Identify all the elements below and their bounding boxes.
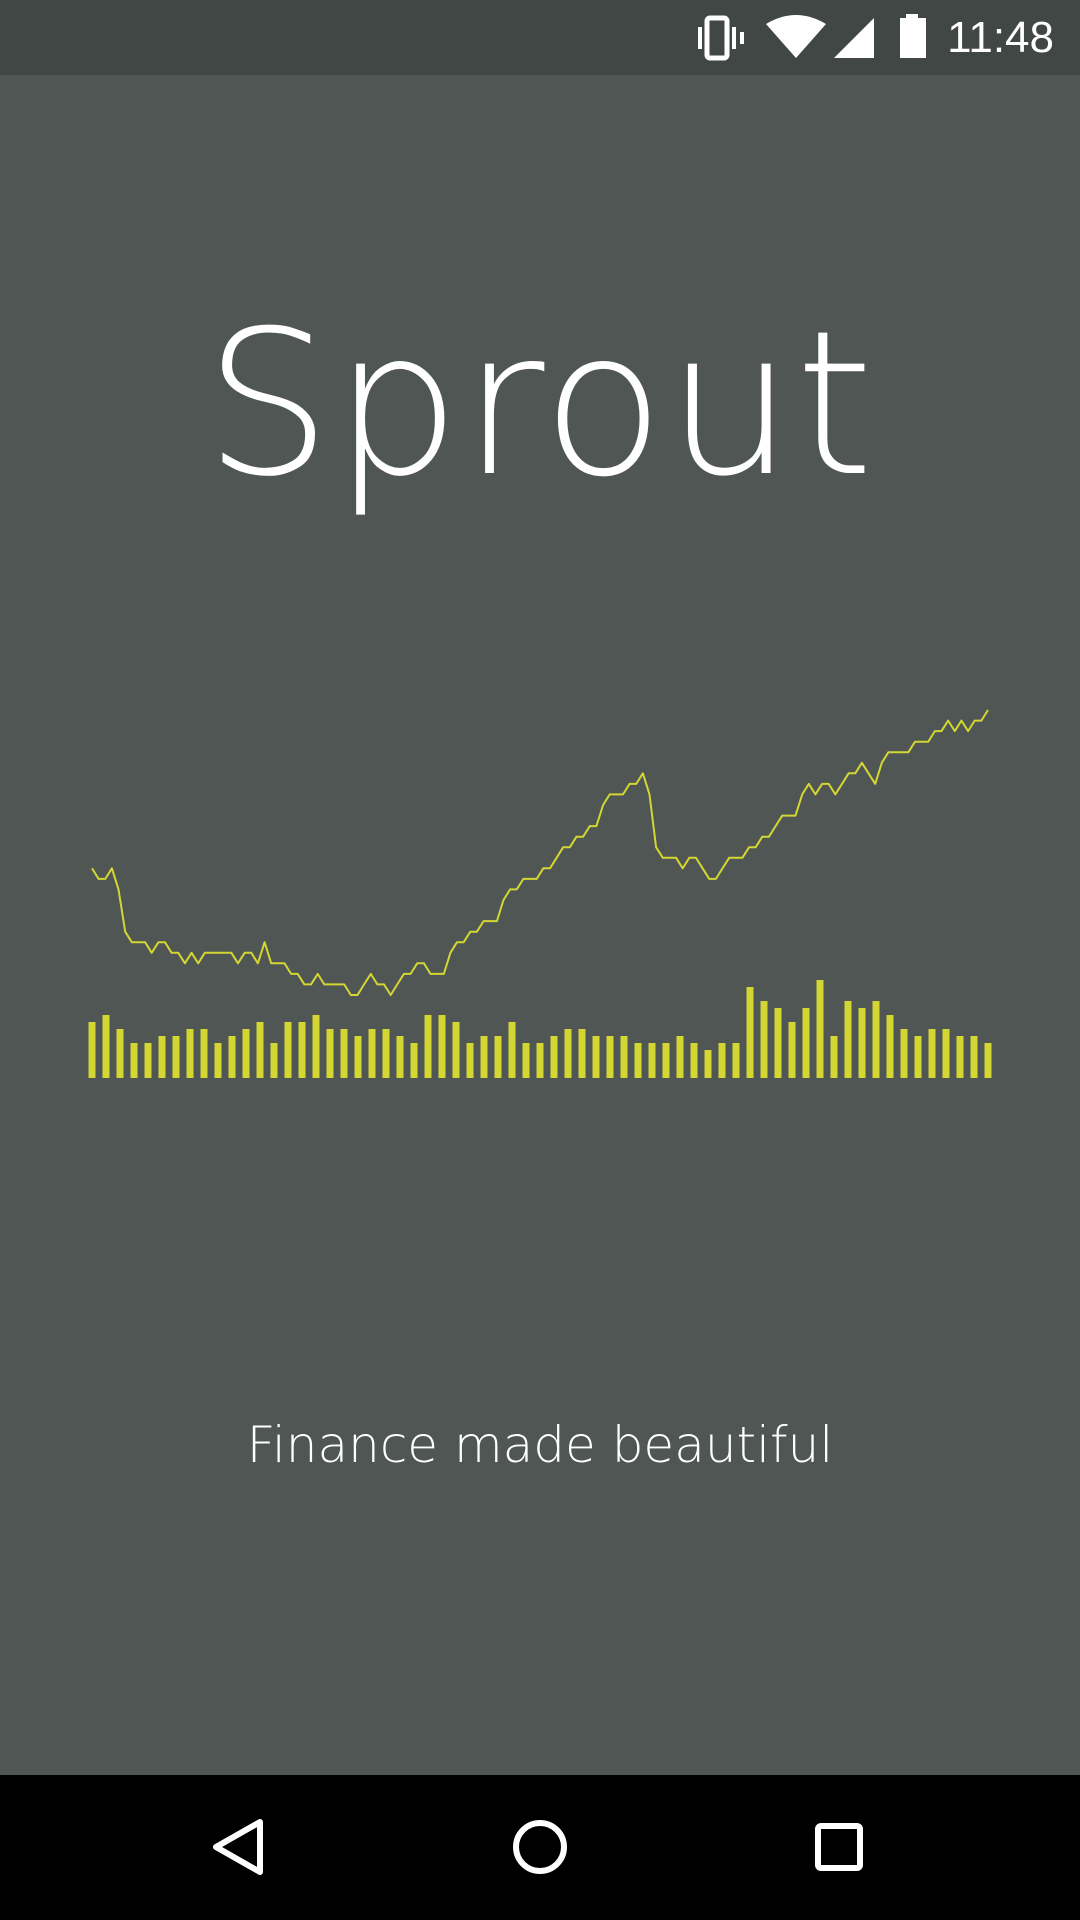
volume-bar [508,1022,516,1078]
volume-bar [466,1043,474,1078]
volume-bar [578,1029,586,1078]
tagline: Finance made beautiful [246,1416,834,1474]
recents-icon[interactable] [760,1775,920,1920]
volume-bar [844,1001,852,1078]
volume-bar [886,1015,894,1078]
volume-bar [396,1036,404,1078]
volume-bar [424,1015,432,1078]
volume-bar [130,1043,138,1078]
volume-bar [592,1036,600,1078]
volume-bar [116,1029,124,1078]
cell-signal-icon [834,18,874,58]
volume-bar [984,1043,992,1078]
volume-bar [872,1001,880,1078]
status-bar: 11:48 [0,0,1080,75]
volume-bar [256,1022,264,1078]
volume-bar [816,980,824,1078]
volume-bar [620,1036,628,1078]
volume-bar [88,1022,96,1078]
volume-bar [760,1001,768,1078]
volume-bar [718,1043,726,1078]
volume-bar [158,1036,166,1078]
wifi-icon [766,15,826,58]
volume-bar [690,1043,698,1078]
volume-bar [970,1036,978,1078]
volume-bar [242,1029,250,1078]
volume-bar [662,1043,670,1078]
volume-bar [368,1029,376,1078]
volume-bar [284,1022,292,1078]
volume-bar [606,1036,614,1078]
volume-bar [326,1029,334,1078]
volume-bar [942,1029,950,1078]
volume-bar [746,987,754,1078]
price-line [91,709,989,996]
volume-bar [900,1029,908,1078]
volume-bar [410,1043,418,1078]
volume-bar [858,1008,866,1078]
battery-icon [900,14,926,58]
volume-bar [536,1043,544,1078]
volume-bar [382,1029,390,1078]
volume-bar [732,1043,740,1078]
volume-bar [438,1015,446,1078]
volume-bar [774,1008,782,1078]
volume-bar [648,1043,656,1078]
volume-bar [214,1043,222,1078]
volume-bar [704,1050,712,1078]
volume-bar [102,1015,110,1078]
volume-bar [172,1036,180,1078]
volume-bar [340,1029,348,1078]
volume-bar [788,1022,796,1078]
volume-bar [144,1043,152,1078]
volume-bar [564,1029,572,1078]
home-icon[interactable] [460,1775,620,1920]
nav-bar [0,1775,1080,1920]
volume-bar [676,1036,684,1078]
volume-bar [186,1029,194,1078]
volume-bar [452,1022,460,1078]
volume-bar [522,1043,530,1078]
vibrate-icon [698,15,744,61]
volume-bar [494,1036,502,1078]
volume-bar [480,1036,488,1078]
volume-bar [802,1008,810,1078]
back-icon[interactable] [160,1775,320,1920]
volume-bar [928,1029,936,1078]
volume-bar [914,1036,922,1078]
status-time: 11:48 [947,13,1054,62]
volume-bar [200,1029,208,1078]
volume-bar [298,1022,306,1078]
splash-screen: Sprout Finance made beautiful [0,75,1080,1775]
app-title: Sprout [204,288,876,521]
volume-bar [830,1036,838,1078]
volume-bar [228,1036,236,1078]
volume-bar [634,1043,642,1078]
volume-bar [270,1043,278,1078]
volume-bar [312,1015,320,1078]
volume-bar [354,1036,362,1078]
volume-bar [550,1036,558,1078]
stock-chart [88,709,992,1078]
volume-bar [956,1036,964,1078]
